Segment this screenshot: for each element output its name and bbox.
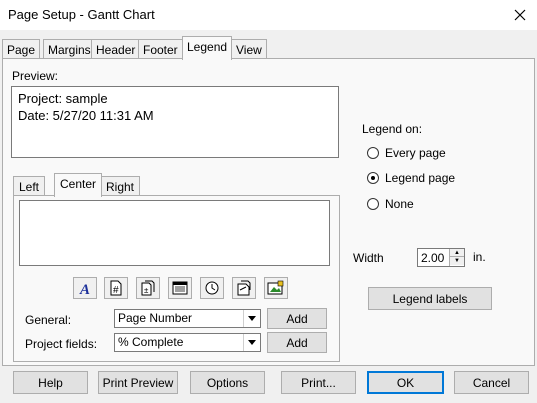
ok-button[interactable]: OK (367, 371, 444, 394)
project-fields-select-arrow[interactable] (243, 334, 260, 351)
svg-text:#: # (113, 285, 119, 296)
general-add-button[interactable]: Add (267, 308, 327, 329)
preview-box: Project: sample Date: 5/27/20 11:31 AM (11, 86, 339, 158)
project-fields-add-button[interactable]: Add (267, 332, 327, 353)
date-icon (172, 281, 188, 295)
close-button[interactable] (503, 0, 537, 30)
chevron-down-icon (248, 316, 256, 321)
tab-page[interactable]: Page (2, 39, 41, 59)
picture-icon (267, 280, 284, 295)
tab-footer[interactable]: Footer (138, 39, 183, 59)
subtab-right[interactable]: Right (100, 176, 141, 196)
general-select-arrow[interactable] (243, 310, 260, 327)
project-fields-label: Project fields: (25, 337, 98, 351)
tab-view[interactable]: View (231, 39, 267, 59)
radio-legend-page-circle[interactable] (367, 172, 379, 184)
time-icon (205, 281, 219, 295)
insert-date-button[interactable] (168, 277, 192, 299)
project-fields-select-value: % Complete (118, 335, 184, 349)
legend-labels-button[interactable]: Legend labels (368, 287, 492, 310)
close-icon (514, 9, 526, 21)
tab-legend[interactable]: Legend (182, 36, 233, 60)
format-text-font-button[interactable]: A (73, 277, 97, 299)
svg-text:±: ± (144, 286, 149, 295)
options-button[interactable]: Options (190, 371, 265, 394)
spin-up-button[interactable]: ▲ (450, 249, 464, 257)
general-select-value: Page Number (118, 311, 193, 325)
title-bar: Page Setup - Gantt Chart (0, 0, 537, 30)
tab-header[interactable]: Header (91, 39, 141, 59)
width-value: 2.00 (421, 251, 445, 265)
print-button[interactable]: Print... (281, 371, 356, 394)
width-spinbox[interactable]: 2.00 ▲ ▼ (417, 248, 465, 267)
center-text-area[interactable] (19, 200, 330, 266)
subtab-center[interactable]: Center (54, 173, 103, 197)
font-icon: A (79, 282, 90, 296)
width-unit: in. (473, 250, 486, 264)
svg-text:A: A (79, 282, 90, 296)
legend-on-label: Legend on: (362, 122, 423, 136)
radio-none[interactable]: None (367, 197, 414, 211)
preview-line-date: Date: 5/27/20 11:31 AM (18, 108, 154, 123)
width-label: Width (353, 251, 384, 265)
window-title: Page Setup - Gantt Chart (8, 7, 155, 22)
help-button[interactable]: Help (13, 371, 88, 394)
general-label: General: (25, 313, 72, 327)
insert-file-name-button[interactable] (232, 277, 256, 299)
tab-margins[interactable]: Margins (43, 39, 96, 59)
insert-time-button[interactable] (200, 277, 224, 299)
preview-label: Preview: (12, 69, 59, 83)
file-name-icon (237, 280, 251, 296)
width-spinner[interactable]: ▲ ▼ (449, 249, 464, 266)
total-pages-icon: ± (141, 280, 155, 296)
print-preview-button[interactable]: Print Preview (98, 371, 178, 394)
cancel-button[interactable]: Cancel (454, 371, 529, 394)
insert-picture-button[interactable] (264, 277, 288, 299)
page-number-icon: # (110, 280, 122, 296)
radio-none-circle[interactable] (367, 198, 379, 210)
radio-every-page[interactable]: Every page (367, 146, 446, 160)
chevron-down-icon (248, 340, 256, 345)
insert-page-number-button[interactable]: # (104, 277, 128, 299)
subtab-left[interactable]: Left (13, 176, 46, 196)
radio-legend-page[interactable]: Legend page (367, 171, 455, 185)
project-fields-select[interactable]: % Complete (114, 333, 261, 352)
general-select[interactable]: Page Number (114, 309, 261, 328)
preview-line-project: Project: sample (18, 91, 108, 106)
radio-every-page-circle[interactable] (367, 147, 379, 159)
spin-down-button[interactable]: ▼ (450, 257, 464, 265)
insert-total-pages-button[interactable]: ± (136, 277, 160, 299)
